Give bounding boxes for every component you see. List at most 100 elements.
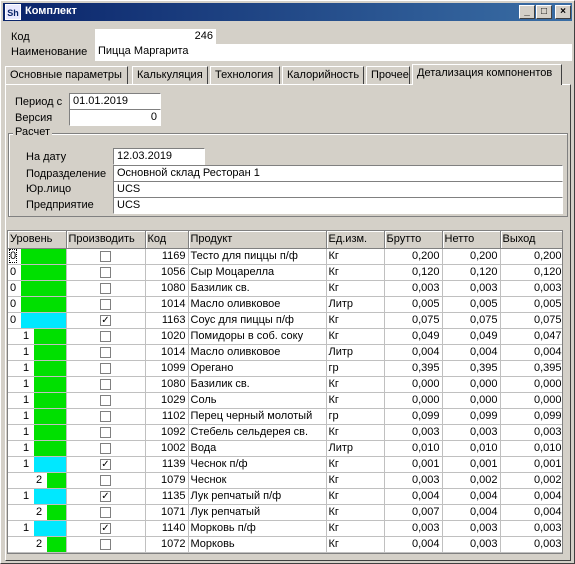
yield-cell[interactable]: 0,010 bbox=[500, 440, 562, 457]
gross-cell[interactable]: 0,075 bbox=[384, 312, 443, 329]
gross-cell[interactable]: 0,005 bbox=[384, 296, 443, 313]
product-cell[interactable]: Тесто для пиццы п/ф bbox=[188, 248, 327, 265]
net-cell[interactable]: 0,049 bbox=[442, 328, 501, 345]
gross-cell[interactable]: 0,003 bbox=[384, 520, 443, 537]
net-cell[interactable]: 0,003 bbox=[442, 536, 501, 553]
produce-checkbox[interactable] bbox=[100, 426, 111, 438]
division-field[interactable]: Основной склад Ресторан 1 bbox=[113, 165, 563, 182]
col-gross[interactable]: Брутто bbox=[384, 231, 443, 249]
level-cell[interactable]: 0 bbox=[8, 264, 67, 281]
net-cell[interactable]: 0,002 bbox=[442, 472, 501, 489]
date-field[interactable]: 12.03.2019 bbox=[113, 148, 205, 165]
product-cell[interactable]: Вода bbox=[188, 440, 327, 457]
net-cell[interactable]: 0,075 bbox=[442, 312, 501, 329]
level-cell[interactable]: 1 bbox=[8, 520, 67, 537]
level-cell[interactable]: 1 bbox=[8, 456, 67, 473]
product-cell[interactable]: Морковь п/ф bbox=[188, 520, 327, 537]
code-cell[interactable]: 1029 bbox=[145, 392, 189, 409]
produce-cell[interactable] bbox=[66, 248, 146, 265]
product-cell[interactable]: Базилик св. bbox=[188, 280, 327, 297]
unit-cell[interactable]: Литр bbox=[326, 344, 385, 361]
yield-cell[interactable]: 0,047 bbox=[500, 328, 562, 345]
minimize-button[interactable]: _ bbox=[519, 5, 535, 19]
unit-cell[interactable]: Кг bbox=[326, 488, 385, 505]
tab-calories[interactable]: Калорийность bbox=[282, 66, 364, 84]
table-row[interactable]: 1 1102 Перец черный молотый гр 0,099 0,099 0,0… bbox=[8, 408, 562, 425]
yield-cell[interactable]: 0,002 bbox=[500, 472, 562, 489]
yield-cell[interactable]: 0,003 bbox=[500, 520, 562, 537]
unit-cell[interactable]: Кг bbox=[326, 504, 385, 521]
code-cell[interactable]: 1092 bbox=[145, 424, 189, 441]
col-net[interactable]: Нетто bbox=[442, 231, 501, 249]
level-cell[interactable]: 2 bbox=[8, 472, 67, 489]
unit-cell[interactable]: гр bbox=[326, 408, 385, 425]
code-cell[interactable]: 1080 bbox=[145, 280, 189, 297]
level-cell[interactable]: 1 bbox=[8, 408, 67, 425]
produce-checkbox[interactable] bbox=[100, 506, 111, 518]
unit-cell[interactable]: Кг bbox=[326, 264, 385, 281]
legal-entity-field[interactable]: UCS bbox=[113, 181, 563, 198]
table-row[interactable]: 1 1092 Стебель сельдерея св. Кг 0,003 0,003 0,… bbox=[8, 424, 562, 441]
code-cell[interactable]: 1071 bbox=[145, 504, 189, 521]
yield-cell[interactable]: 0,005 bbox=[500, 296, 562, 313]
code-cell[interactable]: 1080 bbox=[145, 376, 189, 393]
unit-cell[interactable]: Литр bbox=[326, 440, 385, 457]
product-cell[interactable]: Чеснок п/ф bbox=[188, 456, 327, 473]
produce-checkbox[interactable]: ✓ bbox=[100, 458, 111, 470]
table-row[interactable]: 0 1056 Сыр Моцарелла Кг 0,120 0,120 0,120 bbox=[8, 264, 562, 281]
net-cell[interactable]: 0,001 bbox=[442, 456, 501, 473]
gross-cell[interactable]: 0,004 bbox=[384, 488, 443, 505]
table-row[interactable]: 1 1099 Орегано гр 0,395 0,395 0,395 bbox=[8, 360, 562, 377]
yield-cell[interactable]: 0,003 bbox=[500, 280, 562, 297]
maximize-button[interactable]: □ bbox=[536, 5, 552, 19]
product-cell[interactable]: Помидоры в соб. соку bbox=[188, 328, 327, 345]
product-cell[interactable]: Лук репчатый bbox=[188, 504, 327, 521]
product-cell[interactable]: Соус для пиццы п/ф bbox=[188, 312, 327, 329]
col-yield[interactable]: Выход bbox=[500, 231, 562, 249]
produce-cell[interactable]: ✓ bbox=[66, 312, 146, 329]
title-bar[interactable]: Sh Комплект _ □ × bbox=[3, 3, 572, 21]
yield-cell[interactable]: 0,004 bbox=[500, 344, 562, 361]
level-cell[interactable]: 0 bbox=[8, 296, 67, 313]
yield-cell[interactable]: 0,004 bbox=[500, 488, 562, 505]
unit-cell[interactable]: Кг bbox=[326, 456, 385, 473]
yield-cell[interactable]: 0,120 bbox=[500, 264, 562, 281]
code-cell[interactable]: 1135 bbox=[145, 488, 189, 505]
product-cell[interactable]: Морковь bbox=[188, 536, 327, 553]
gross-cell[interactable]: 0,000 bbox=[384, 392, 443, 409]
level-cell[interactable]: 0 bbox=[8, 312, 67, 329]
yield-cell[interactable]: 0,003 bbox=[500, 424, 562, 441]
unit-cell[interactable]: Литр bbox=[326, 296, 385, 313]
yield-cell[interactable]: 0,000 bbox=[500, 392, 562, 409]
col-unit[interactable]: Ед.изм. bbox=[326, 231, 385, 249]
yield-cell[interactable]: 0,099 bbox=[500, 408, 562, 425]
level-cell[interactable]: 0 bbox=[8, 248, 67, 265]
produce-cell[interactable] bbox=[66, 472, 146, 489]
product-cell[interactable]: Чеснок bbox=[188, 472, 327, 489]
net-cell[interactable]: 0,000 bbox=[442, 392, 501, 409]
enterprise-field[interactable]: UCS bbox=[113, 197, 563, 214]
product-cell[interactable]: Сыр Моцарелла bbox=[188, 264, 327, 281]
net-cell[interactable]: 0,004 bbox=[442, 344, 501, 361]
yield-cell[interactable]: 0,001 bbox=[500, 456, 562, 473]
net-cell[interactable]: 0,004 bbox=[442, 504, 501, 521]
produce-cell[interactable] bbox=[66, 392, 146, 409]
produce-cell[interactable] bbox=[66, 328, 146, 345]
level-cell[interactable]: 1 bbox=[8, 328, 67, 345]
close-button[interactable]: × bbox=[555, 5, 571, 19]
col-produce[interactable]: Производить bbox=[66, 231, 146, 249]
level-cell[interactable]: 0 bbox=[8, 280, 67, 297]
net-cell[interactable]: 0,010 bbox=[442, 440, 501, 457]
product-cell[interactable]: Орегано bbox=[188, 360, 327, 377]
product-cell[interactable]: Лук репчатый п/ф bbox=[188, 488, 327, 505]
tab-calculation[interactable]: Калькуляция bbox=[132, 66, 208, 84]
name-field[interactable]: Пицца Маргарита bbox=[95, 44, 572, 61]
code-cell[interactable]: 1163 bbox=[145, 312, 189, 329]
code-cell[interactable]: 1140 bbox=[145, 520, 189, 537]
yield-cell[interactable]: 0,003 bbox=[500, 536, 562, 553]
unit-cell[interactable]: Кг bbox=[326, 424, 385, 441]
gross-cell[interactable]: 0,007 bbox=[384, 504, 443, 521]
gross-cell[interactable]: 0,003 bbox=[384, 280, 443, 297]
product-cell[interactable]: Соль bbox=[188, 392, 327, 409]
unit-cell[interactable]: Кг bbox=[326, 392, 385, 409]
